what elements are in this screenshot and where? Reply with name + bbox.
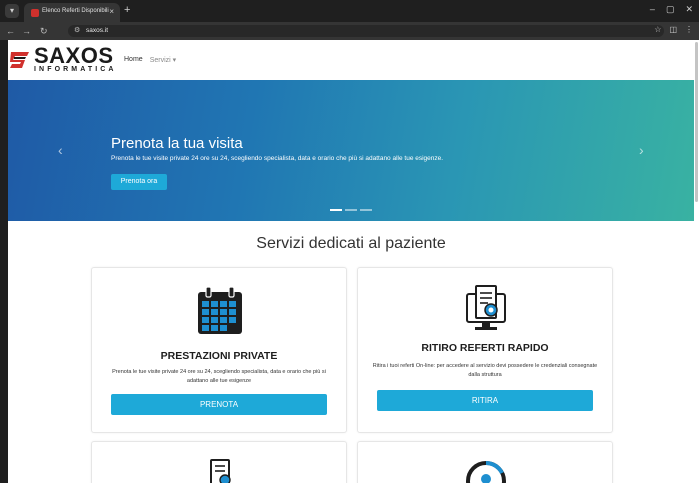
nav-home-link[interactable]: Home: [124, 56, 143, 64]
service-card: [91, 441, 347, 483]
hero-carousel: ‹ › Prenota la tua visita Prenota le tue…: [8, 80, 694, 221]
saxos-logo-icon: [10, 52, 29, 68]
address-bar: ← → ↻ ⚙ saxos.it ☆ ◫ ⋮: [0, 22, 699, 40]
back-icon[interactable]: ←: [6, 25, 15, 37]
url-field[interactable]: ⚙ saxos.it: [68, 25, 664, 37]
carousel-indicator[interactable]: [345, 209, 357, 211]
address-bar-actions: ☆ ◫ ⋮: [654, 25, 693, 34]
monitor-document-icon: [466, 285, 506, 330]
page-scrollbar[interactable]: [694, 40, 699, 483]
card-description: Prenota le tue visite private 24 ore su …: [112, 369, 326, 384]
carousel-indicator[interactable]: [330, 209, 342, 211]
calendar-icon: [198, 286, 242, 334]
forward-icon[interactable]: →: [22, 25, 31, 37]
carousel-prev-icon[interactable]: ‹: [58, 142, 63, 158]
web-page: SAXOS INFORMATICA Home Servizi ▾ ‹ › Pre…: [8, 40, 694, 483]
prenota-button[interactable]: PRENOTA: [111, 394, 327, 415]
card-title: PRESTAZIONI PRIVATE: [160, 350, 278, 362]
hero-subtitle: Prenota le tue visite private 24 ore su …: [111, 155, 444, 162]
window-controls: – ▢ ✕: [650, 4, 693, 15]
site-info-icon[interactable]: ⚙: [74, 26, 80, 34]
site-nav-links: Home Servizi ▾: [124, 56, 176, 64]
close-window-icon[interactable]: ✕: [685, 4, 693, 15]
scrollbar-thumb[interactable]: [695, 42, 698, 202]
side-panel-icon[interactable]: ◫: [669, 25, 677, 34]
carousel-indicators: [330, 209, 372, 211]
maximize-icon[interactable]: ▢: [666, 4, 675, 15]
tab-close-icon[interactable]: ×: [109, 7, 114, 16]
bookmark-star-icon[interactable]: ☆: [654, 25, 661, 34]
carousel-next-icon[interactable]: ›: [639, 142, 644, 158]
ritira-button[interactable]: RITIRA: [377, 390, 593, 411]
service-card-referti: RITIRO REFERTI RAPIDO Ritira i tuoi refe…: [357, 267, 613, 433]
document-icon: [210, 459, 231, 483]
favicon-icon: [31, 9, 39, 17]
card-title: RITIRO REFERTI RAPIDO: [421, 342, 549, 354]
tab-search-icon[interactable]: ▾: [5, 4, 19, 18]
logo-name: SAXOS: [34, 43, 114, 68]
site-navbar: SAXOS INFORMATICA Home Servizi ▾: [8, 40, 694, 80]
browser-tab-bar: ▾ Elenco Referti Disponibili × + – ▢ ✕: [0, 0, 699, 22]
services-section-title: Servizi dedicati al paziente: [256, 235, 446, 252]
card-description: Ritira i tuoi referti On-line: per acced…: [372, 363, 598, 378]
browser-menu-icon[interactable]: ⋮: [685, 25, 693, 34]
service-card: [357, 441, 613, 483]
saxos-logo[interactable]: SAXOS INFORMATICA: [8, 45, 118, 75]
url-text: saxos.it: [86, 27, 109, 34]
prenota-ora-button[interactable]: Prenota ora: [111, 174, 167, 190]
tab-title: Elenco Referti Disponibili: [42, 8, 109, 14]
browser-tab[interactable]: Elenco Referti Disponibili ×: [24, 3, 120, 22]
logo-subtitle: INFORMATICA: [34, 66, 117, 73]
carousel-indicator[interactable]: [360, 209, 372, 211]
new-tab-button[interactable]: +: [124, 5, 130, 16]
minimize-icon[interactable]: –: [650, 4, 655, 15]
nav-servizi-dropdown[interactable]: Servizi ▾: [150, 56, 176, 64]
user-circle-icon: [466, 461, 506, 483]
service-card-prestazioni: PRESTAZIONI PRIVATE Prenota le tue visit…: [91, 267, 347, 433]
hero-title: Prenota la tua visita: [111, 135, 243, 152]
reload-icon[interactable]: ↻: [40, 25, 48, 37]
